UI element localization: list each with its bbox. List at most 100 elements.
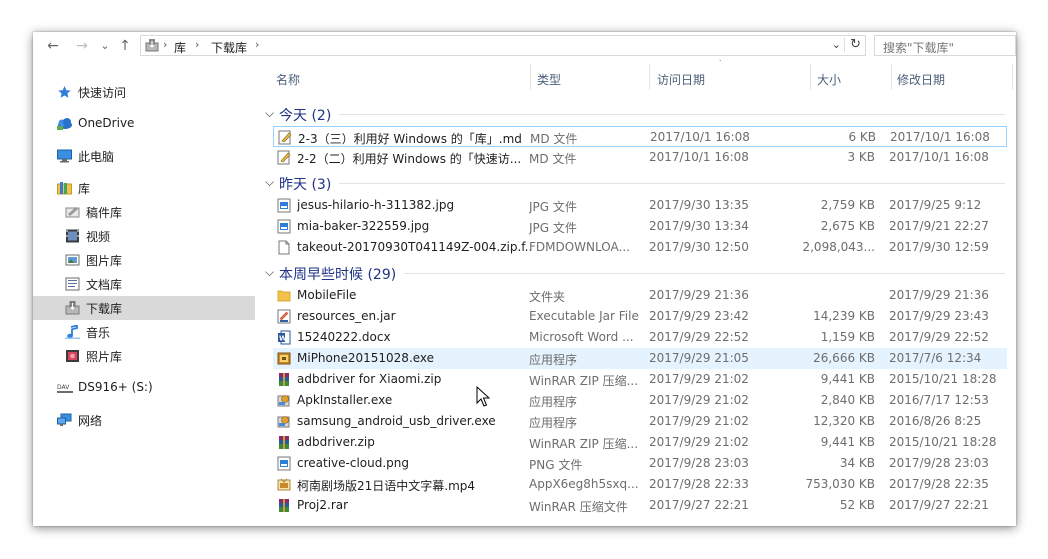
file-row[interactable]: creative-cloud.png PNG 文件 2017/9/28 23:03 3… [273,453,1007,474]
file-name: 柯南剧场版21日语中文字幕.mp4 [297,479,476,493]
file-type: FDMDOWNLOA... [529,240,630,254]
navigation-pane: 快速访问 OneDrive 此电脑 库 稿件库 视频 图片库 文档库 下载库 音… [33,60,255,526]
sidebar-item-documents[interactable]: 文档库 [33,272,255,296]
file-size: 2,840 KB [820,393,875,407]
breadcrumb-library[interactable]: 库 [174,39,186,56]
chevron-down-icon[interactable]: ⌵ [265,106,274,121]
installer-icon [277,393,291,408]
chevron-down-icon[interactable]: ⌄ [832,38,841,51]
file-row[interactable]: 2-2（二）利用好 Windows 的「快速访... MD 文件 2017/10/1… [273,147,1007,168]
sidebar-item-music[interactable]: 音乐 [33,320,255,344]
sidebar-item-label: 视频 [86,230,111,244]
forward-button[interactable]: → [72,36,92,56]
file-modified-date: 2017/10/1 16:08 [889,150,989,164]
file-name: 15240222.docx [297,330,391,344]
sidebar-item-network[interactable]: 网络 [33,408,255,432]
sidebar-item-label: 下载库 [86,302,123,316]
installer-icon [277,414,291,429]
sidebar-item-label: OneDrive [78,116,135,130]
file-size: 6 KB [848,130,876,144]
breadcrumb-separator: › [163,38,168,51]
file-row[interactable]: ApkInstaller.exe 应用程序 2017/9/29 21:02 2,840… [273,390,1007,411]
sidebar-item-label: 稿件库 [86,206,123,220]
file-modified-date: 2015/10/21 18:28 [889,372,997,386]
file-type: 应用程序 [529,416,578,430]
file-name: Proj2.rar [297,498,349,512]
column-header-modified[interactable]: 修改日期 [892,60,1012,94]
blank-file-icon [277,240,291,255]
search-input[interactable]: 搜索"下载库" [874,35,1016,56]
refresh-icon[interactable]: ↻ [844,37,861,52]
chevron-down-icon[interactable]: ⌵ [265,175,274,190]
column-header-name[interactable]: 名称 [265,60,525,94]
file-name: takeout-20170930T041149Z-004.zip.f... [297,240,533,254]
group-header[interactable]: ⌵ 今天 (2) [265,103,1005,125]
file-type: 应用程序 [529,395,578,409]
column-header-size[interactable]: 大小 [811,60,891,94]
sidebar-item-label: 文档库 [86,278,123,292]
file-row[interactable]: mia-baker-322559.jpg JPG 文件 2017/9/30 13:3… [273,216,1007,237]
file-row[interactable]: MobileFile 文件夹 2017/9/29 21:36 2017/9/29 21… [273,285,1007,306]
file-modified-date: 2017/9/29 23:43 [889,309,989,323]
group-title: 本周早些时候 (29) [279,267,397,283]
file-size: 52 KB [839,498,875,512]
navigation-bar: ← → ⌄ ↑ › 库 › 下载库 › ⌄ ↻ 搜索"下载库" [33,32,1016,60]
file-name: mia-baker-322559.jpg [297,219,430,233]
sidebar-item-onedrive[interactable]: OneDrive [33,112,255,136]
column-divider[interactable] [1012,64,1013,90]
file-row[interactable]: 柯南剧场版21日语中文字幕.mp4 AppX6eg8h5sxq... 2017/9/… [273,474,1007,495]
breadcrumb-separator[interactable]: › [255,38,259,51]
column-header-type[interactable]: 类型 [531,60,649,94]
sidebar-item-libraries[interactable]: 库 [33,176,255,200]
file-row[interactable]: adbdriver.zip WinRAR ZIP 压缩... 2017/9/29 2… [273,432,1007,453]
breadcrumb-downloads[interactable]: 下载库 [211,39,247,56]
file-row[interactable]: adbdriver for Xiaomi.zip WinRAR ZIP 压缩...… [273,369,1007,390]
file-row[interactable]: W 15240222.docx Microsoft Word ... 2017/9/2… [273,327,1007,348]
file-row[interactable]: 2-3（三）利用好 Windows 的「库」.md MD 文件 2017/10/1 … [273,126,1007,147]
file-modified-date: 2017/10/1 16:08 [890,130,990,144]
file-modified-date: 2016/7/17 12:53 [889,393,989,407]
group-header[interactable]: ⌵ 本周早些时候 (29) [265,262,1005,284]
video-file-icon [277,477,291,492]
sidebar-item-drafts[interactable]: 稿件库 [33,200,255,224]
drafts-library-icon [65,207,80,218]
file-list: 名称 类型 访问日期 ˅ 大小 修改日期 ⌵ 今天 (2) 2-3（三）利用好 Wi… [265,60,1016,526]
group-divider [404,273,1005,274]
file-name: adbdriver.zip [297,435,375,449]
jar-file-icon [277,309,291,324]
sidebar-item-network-drive[interactable]: DAV DS916+ (S:) [33,376,255,400]
file-row[interactable]: takeout-20170930T041149Z-004.zip.f... FDM… [273,237,1007,258]
chevron-down-icon[interactable]: ⌵ [265,265,274,280]
sidebar-item-label: 快速访问 [78,86,127,100]
sidebar-item-pictures[interactable]: 图片库 [33,248,255,272]
markdown-file-icon [278,130,292,145]
sidebar-item-this-pc[interactable]: 此电脑 [33,144,255,168]
file-size: 9,441 KB [820,372,875,386]
exe-file-icon [277,351,291,366]
svg-text:W: W [279,335,287,343]
recent-locations-button[interactable]: ⌄ [95,36,115,56]
file-type: 文件夹 [529,290,566,304]
file-row[interactable]: samsung_android_usb_driver.exe 应用程序 2017/9… [273,411,1007,432]
markdown-file-icon [277,150,291,165]
image-file-icon [277,198,291,213]
file-type: Microsoft Word ... [529,330,634,344]
sidebar-item-videos[interactable]: 视频 [33,224,255,248]
column-header-accessed[interactable]: 访问日期 ˅ [650,60,810,94]
file-row[interactable]: resources_en.jar Executable Jar File 2017/… [273,306,1007,327]
image-file-icon [277,219,291,234]
file-row[interactable]: Proj2.rar WinRAR 压缩文件 2017/9/27 22:21 52 KB… [273,495,1007,516]
address-bar[interactable]: › 库 › 下载库 › ⌄ ↻ [140,35,866,56]
file-modified-date: 2017/9/30 12:59 [889,240,989,254]
sidebar-item-downloads[interactable]: 下载库 [33,296,255,320]
file-name: jesus-hilario-h-311382.jpg [297,198,455,212]
group-divider [339,183,1005,184]
file-explorer-window: ← → ⌄ ↑ › 库 › 下载库 › ⌄ ↻ 搜索"下载库" 快速访问 One… [33,32,1016,526]
file-row[interactable]: MiPhone20151028.exe 应用程序 2017/9/29 21:05 26… [273,348,1007,369]
sidebar-item-photos[interactable]: 照片库 [33,344,255,368]
group-header[interactable]: ⌵ 昨天 (3) [265,172,1005,194]
back-button[interactable]: ← [43,36,63,56]
sidebar-item-quick-access[interactable]: 快速访问 [33,80,255,104]
up-button[interactable]: ↑ [115,36,135,56]
file-row[interactable]: jesus-hilario-h-311382.jpg JPG 文件 2017/9/3… [273,195,1007,216]
